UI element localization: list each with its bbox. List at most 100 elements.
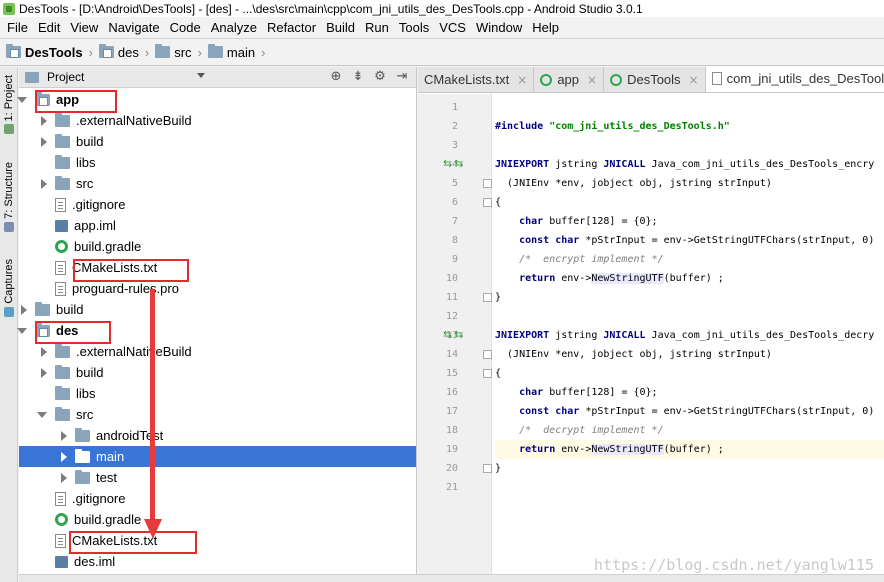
tree-item-main[interactable]: main [19,446,416,467]
tree-item-label: .gitignore [72,491,126,506]
code-line[interactable]: (JNIEnv *env, jobject obj, jstring strIn… [495,345,884,364]
menu-vcs[interactable]: VCS [434,20,471,35]
project-view-selector[interactable]: Project [47,70,84,84]
code-line[interactable]: #include "com_jni_utils_des_DesTools.h" [495,117,884,136]
navigate-arrows-icon[interactable]: ⇆⇆ [443,157,465,170]
chevron-right-icon[interactable] [41,346,47,357]
editor-tab-com-jni-utils-des-destools[interactable]: com_jni_utils_des_DesTools [705,66,884,92]
close-icon[interactable]: × [587,73,597,87]
tree-item-test[interactable]: test [19,467,416,488]
tree-item-libs[interactable]: libs [19,383,416,404]
annotation-arrow-head [144,519,162,539]
target-icon[interactable]: ⊕ [328,69,344,85]
tree-item-src[interactable]: src [19,404,416,425]
chevron-right-icon[interactable] [21,304,27,315]
tree-item-build[interactable]: build [19,131,416,152]
line-number: 16 [445,387,458,398]
fold-marker-icon[interactable] [483,369,492,378]
menu-tools[interactable]: Tools [394,20,434,35]
code-line[interactable]: } [495,288,884,307]
tree-item--gitignore[interactable]: .gitignore [19,488,416,509]
fold-marker-icon[interactable] [483,179,492,188]
chevron-right-icon[interactable] [61,451,67,462]
code-line[interactable]: char buffer[128] = {0}; [495,383,884,402]
menu-help[interactable]: Help [527,20,564,35]
tree-item--gitignore[interactable]: .gitignore [19,194,416,215]
chevron-right-icon[interactable] [41,367,47,378]
collapse-icon[interactable]: ⇟ [350,69,366,85]
tree-item-src[interactable]: src [19,173,416,194]
fold-marker-icon[interactable] [483,464,492,473]
chevron-down-icon[interactable] [17,96,27,103]
chevron-down-icon[interactable] [37,411,47,418]
tree-item--externalnativebuild[interactable]: .externalNativeBuild [19,341,416,362]
code-line[interactable]: char buffer[128] = {0}; [495,212,884,231]
gear-icon[interactable]: ⚙ [372,69,388,85]
code-line[interactable]: (JNIEnv *env, jobject obj, jstring strIn… [495,174,884,193]
navigate-arrows-icon[interactable]: ⇆⇆ [443,328,465,341]
code-line[interactable]: const char *pStrInput = env->GetStringUT… [495,231,884,250]
menu-build[interactable]: Build [321,20,360,35]
chevron-right-icon[interactable] [41,136,47,147]
code-line[interactable]: JNIEXPORT jstring JNICALL Java_com_jni_u… [495,155,884,174]
captures-tool-tab[interactable]: Captures [0,259,18,317]
structure-tool-tab[interactable]: 7: Structure [0,162,18,232]
code-line[interactable]: /* decrypt implement */ [495,421,884,440]
chevron-right-icon[interactable] [61,472,67,483]
chevron-right-icon[interactable] [41,178,47,189]
chevron-right-icon[interactable] [41,115,47,126]
line-number: 1 [451,102,458,113]
fold-marker-icon[interactable] [483,293,492,302]
chevron-down-icon[interactable] [17,327,27,334]
code-line[interactable] [495,98,884,117]
editor-tab-destools[interactable]: DesTools × [604,67,706,92]
tree-item-des-iml[interactable]: des.iml [19,551,416,572]
menu-view[interactable]: View [65,20,103,35]
code-line[interactable]: { [495,364,884,383]
menu-refactor[interactable]: Refactor [262,20,321,35]
tree-item-app-iml[interactable]: app.iml [19,215,416,236]
code-line[interactable] [495,307,884,326]
code-line[interactable]: return env->NewStringUTF(buffer) ; [495,440,884,459]
code-line[interactable]: /* encrypt implement */ [495,250,884,269]
gradle-icon [55,240,68,253]
tree-item-build[interactable]: build [19,299,416,320]
fold-marker-icon[interactable] [483,350,492,359]
chevron-right-icon[interactable] [61,430,67,441]
chevron-down-icon[interactable] [197,73,205,78]
code-line[interactable]: const char *pStrInput = env->GetStringUT… [495,402,884,421]
breadcrumb-item-destools[interactable]: DesTools [6,44,83,60]
breadcrumb-item-src[interactable]: src [155,44,192,60]
breadcrumb-item-des[interactable]: des [98,44,139,60]
tree-item-build-gradle[interactable]: build.gradle [19,236,416,257]
code-area[interactable]: #include "com_jni_utils_des_DesTools.h" J… [495,94,884,582]
code-line[interactable]: { [495,193,884,212]
code-line[interactable] [495,136,884,155]
tree-item-androidtest[interactable]: androidTest [19,425,416,446]
line-number: 11 [445,292,458,303]
menu-code[interactable]: Code [165,20,206,35]
close-icon[interactable]: × [689,73,699,87]
close-icon[interactable]: × [517,73,527,87]
menu-navigate[interactable]: Navigate [103,20,164,35]
menu-run[interactable]: Run [360,20,394,35]
folder-icon [55,406,70,421]
project-tool-tab[interactable]: 1: Project [0,75,18,135]
code-line[interactable]: } [495,459,884,478]
tree-item--externalnativebuild[interactable]: .externalNativeBuild [19,110,416,131]
hide-icon[interactable]: ⇥ [394,69,410,85]
menu-window[interactable]: Window [471,20,527,35]
tree-item-build[interactable]: build [19,362,416,383]
editor-tab-app[interactable]: app × [534,67,605,92]
code-line[interactable] [495,478,884,497]
menu-file[interactable]: File [2,20,33,35]
breadcrumb-item-main[interactable]: main [207,44,255,60]
tree-item-libs[interactable]: libs [19,152,416,173]
tree-item-build-gradle[interactable]: build.gradle [19,509,416,530]
code-line[interactable]: JNIEXPORT jstring JNICALL Java_com_jni_u… [495,326,884,345]
fold-marker-icon[interactable] [483,198,492,207]
code-line[interactable]: return env->NewStringUTF(buffer) ; [495,269,884,288]
menu-edit[interactable]: Edit [33,20,65,35]
editor-tab-cmakelists-txt[interactable]: CMakeLists.txt × [418,67,535,92]
menu-analyze[interactable]: Analyze [206,20,262,35]
